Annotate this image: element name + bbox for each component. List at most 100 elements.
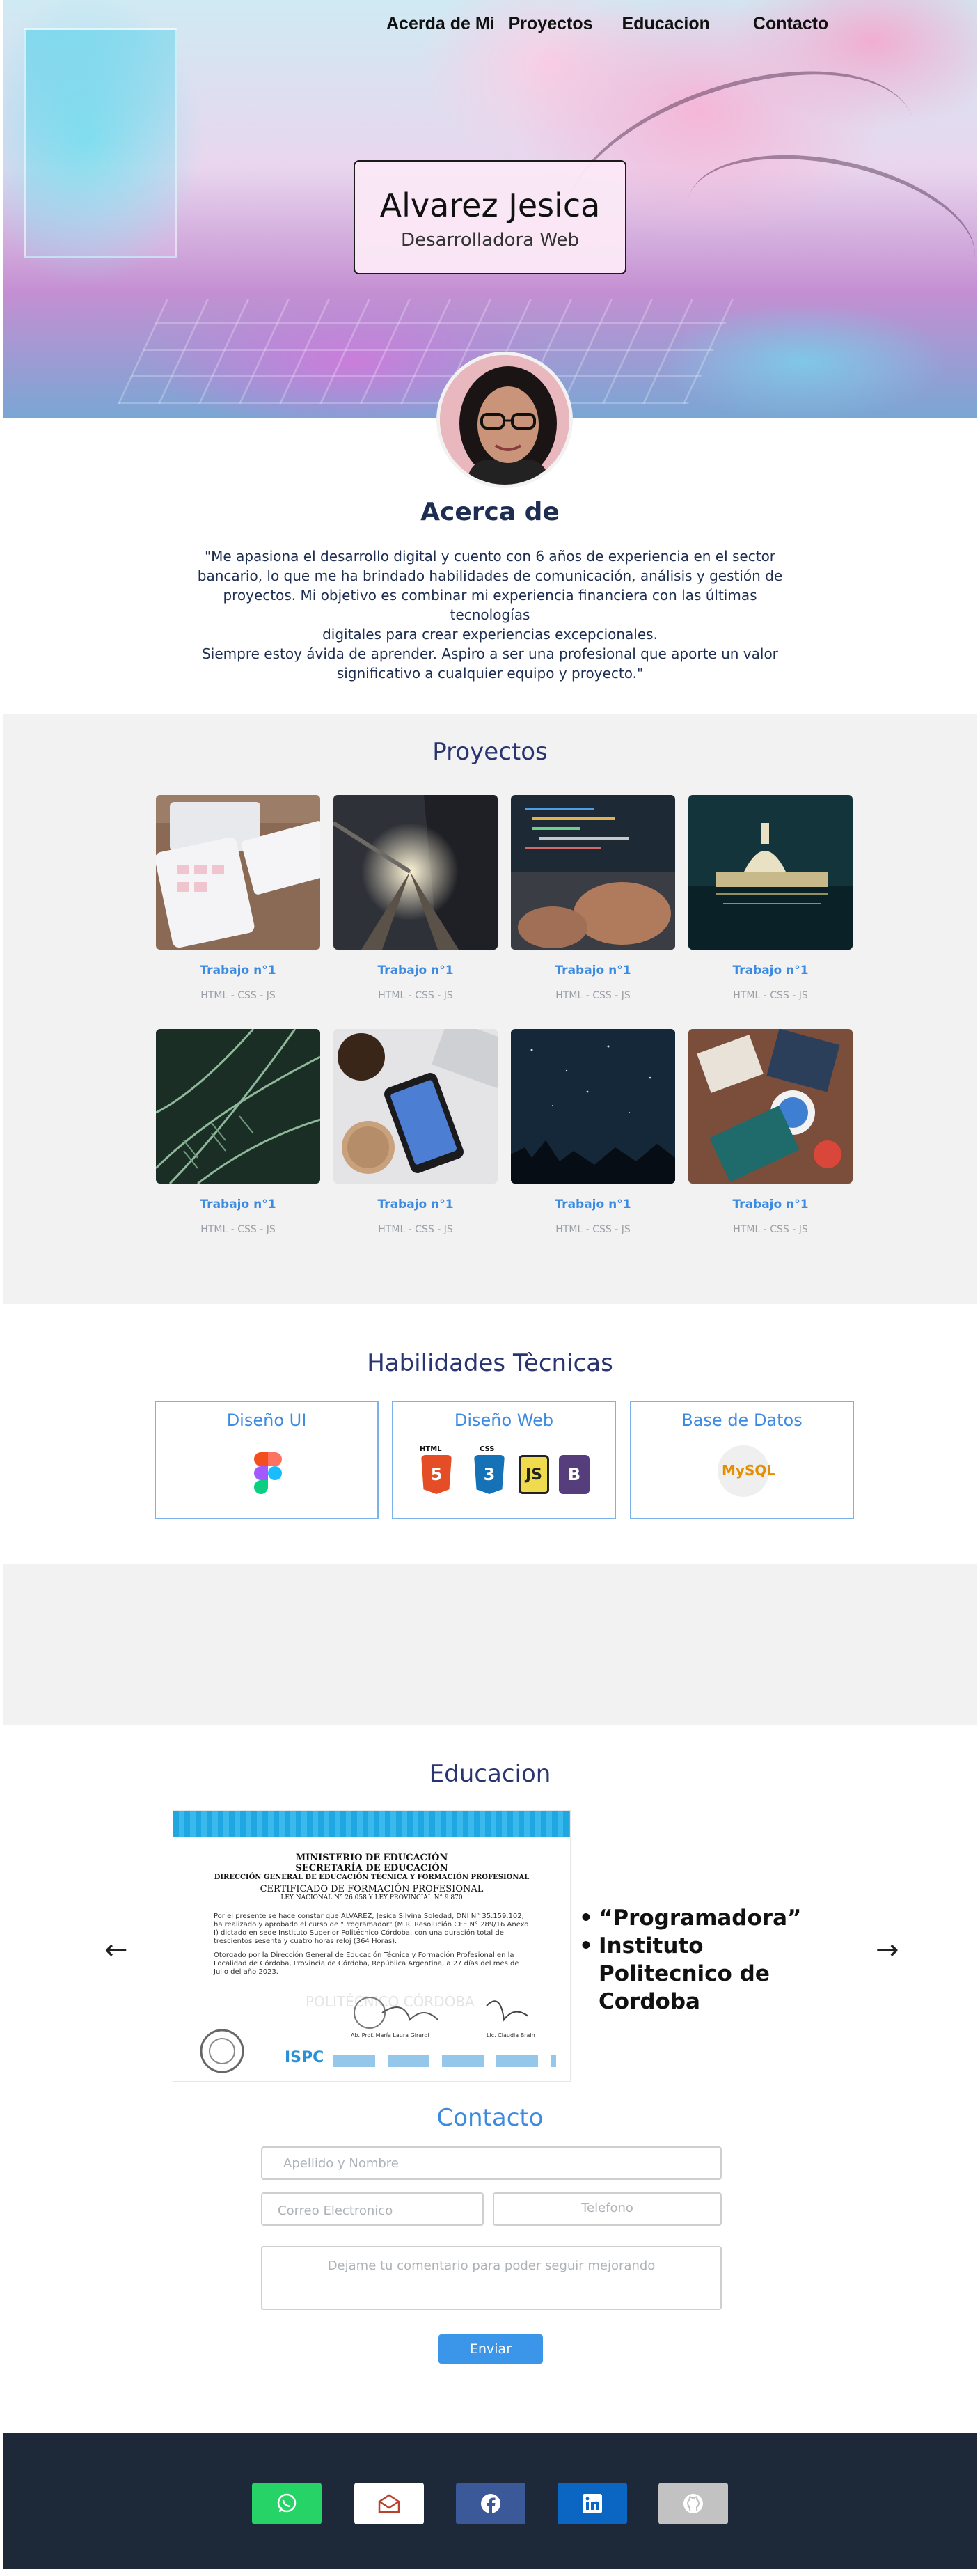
keyboard-calculator-photo[interactable] <box>156 795 320 950</box>
project-tags: HTML - CSS - JS <box>555 1224 631 1235</box>
project-title[interactable]: Trabajo n°1 <box>333 964 498 977</box>
javascript-icon: JS <box>519 1455 549 1494</box>
skill-card-ui: Diseño UI <box>155 1401 379 1519</box>
contact-title: Contacto <box>436 2104 544 2132</box>
figma-icon <box>254 1452 282 1494</box>
railway-sunset-photo[interactable] <box>333 795 498 950</box>
projects-title: Proyectos <box>432 738 548 766</box>
project-title[interactable]: Trabajo n°1 <box>156 1197 320 1211</box>
facebook-link[interactable] <box>456 2483 525 2524</box>
linkedin-link[interactable] <box>558 2483 627 2524</box>
about-line: Siempre estoy ávida de aprender. Aspiro … <box>202 645 778 662</box>
about-text: "Me apasiona el desarrollo digital y cue… <box>188 547 792 683</box>
nav-link-contact[interactable]: Contacto <box>753 14 828 34</box>
nav-link-projects[interactable]: Proyectos <box>509 14 593 34</box>
about-line: significativo a cualquier equipo y proye… <box>336 665 644 682</box>
education-title: Educacion <box>429 1760 551 1788</box>
project-card[interactable]: Trabajo n°1 HTML - CSS - JS <box>156 795 320 1001</box>
nav-link-about[interactable]: Acerda de Mi <box>386 14 495 34</box>
skill-card-title: Diseño UI <box>226 1411 307 1430</box>
cert-body-2: Otorgado por la Dirección General de Edu… <box>214 1951 519 1976</box>
certificate-image[interactable]: MINISTERIO DE EDUCACIÓN SECRETARÍA DE ED… <box>173 1810 571 2082</box>
skills-title: Habilidades Tècnicas <box>367 1349 613 1377</box>
project-card[interactable]: Trabajo n°1 HTML - CSS - JS <box>688 795 853 1001</box>
skill-card-db: Base de Datos MySQL <box>630 1401 854 1519</box>
phone-field[interactable]: Telefono <box>493 2192 722 2226</box>
project-card[interactable]: Trabajo n°1 HTML - CSS - JS <box>156 1029 320 1235</box>
skill-card-title: Base de Datos <box>681 1411 803 1430</box>
laptop-code-photo[interactable] <box>511 795 675 950</box>
about-line: digitales para crear experiencias excepc… <box>322 626 658 643</box>
css-label: CSS <box>480 1445 495 1453</box>
whatsapp-link[interactable] <box>252 2483 322 2524</box>
fern-leaves-photo[interactable] <box>156 1029 320 1184</box>
css3-icon: 3 <box>474 1455 505 1494</box>
project-title[interactable]: Trabajo n°1 <box>688 1197 853 1211</box>
profile-photo <box>440 355 569 485</box>
mail-link[interactable] <box>354 2483 424 2524</box>
project-tags: HTML - CSS - JS <box>555 990 631 1001</box>
keyboard-decoration <box>118 299 737 404</box>
carousel-prev-arrow[interactable]: ← <box>104 1934 128 1966</box>
skill-card-title: Diseño Web <box>454 1411 554 1430</box>
project-card[interactable]: Trabajo n°1 HTML - CSS - JS <box>333 795 498 1001</box>
cert-footer-logos <box>333 2055 556 2067</box>
empty-gray-band <box>3 1564 977 1725</box>
bootstrap-icon: B <box>559 1455 590 1494</box>
project-card[interactable]: Trabajo n°1 HTML - CSS - JS <box>688 1029 853 1235</box>
desk-phone-photo[interactable] <box>333 1029 498 1184</box>
project-card[interactable]: Trabajo n°1 HTML - CSS - JS <box>511 795 675 1001</box>
name-field[interactable]: Apellido y Nombre <box>261 2146 722 2180</box>
carousel-next-arrow[interactable]: → <box>876 1934 899 1966</box>
html5-icon: 5 <box>421 1455 452 1494</box>
hero-name: Alvarez Jesica <box>379 187 601 224</box>
mail-icon <box>378 2494 400 2513</box>
project-tags: HTML - CSS - JS <box>200 1224 276 1235</box>
education-list: “Programadora” Instituto Politecnico de … <box>579 1904 844 2016</box>
about-line: proyectos. Mi objetivo es combinar mi ex… <box>223 587 757 623</box>
project-title[interactable]: Trabajo n°1 <box>333 1197 498 1211</box>
mysql-icon: MySQL <box>718 1445 775 1497</box>
project-card[interactable]: Trabajo n°1 HTML - CSS - JS <box>333 1029 498 1235</box>
ispc-logo: ISPC <box>285 2049 324 2066</box>
projects-section: Proyectos Trabajo n°1 HTML - CSS - JS Tr… <box>3 714 977 1304</box>
education-item: Instituto Politecnico de Cordoba <box>579 1932 844 2016</box>
cert-heading: CERTIFICADO DE FORMACIÓN PROFESIONAL <box>260 1884 484 1894</box>
hero-role: Desarrolladora Web <box>400 230 580 251</box>
nav-link-education[interactable]: Educacion <box>622 14 710 34</box>
cert-signature-2: Lic. Claudia Brain <box>487 2032 535 2039</box>
about-line: "Me apasiona el desarrollo digital y cue… <box>204 548 776 565</box>
project-title[interactable]: Trabajo n°1 <box>688 964 853 977</box>
education-item: “Programadora” <box>579 1904 844 1932</box>
html-label: HTML <box>420 1445 442 1453</box>
name-card: Alvarez Jesica Desarrolladora Web <box>354 160 626 274</box>
github-icon <box>683 2494 703 2513</box>
cert-body: Por el presente se hace constar que ALVA… <box>214 1913 529 1945</box>
cert-direction: DIRECCIÓN GENERAL DE EDUCACIÓN TÉCNICA Y… <box>214 1874 530 1881</box>
project-title[interactable]: Trabajo n°1 <box>156 964 320 977</box>
comment-field[interactable]: Dejame tu comentario para poder seguir m… <box>261 2246 722 2310</box>
mysql-label-text: MySQL <box>722 1462 776 1479</box>
email-field[interactable]: Correo Electronico <box>261 2192 484 2226</box>
cert-secretary: SECRETARÍA DE EDUCACIÓN <box>295 1863 448 1874</box>
project-tags: HTML - CSS - JS <box>200 990 276 1001</box>
about-title: Acerca de <box>420 498 560 526</box>
linkedin-icon <box>583 2494 602 2513</box>
starry-sky-photo[interactable] <box>511 1029 675 1184</box>
certificate-header-band <box>173 1811 570 1837</box>
avatar <box>436 352 573 488</box>
workspace-flatlay-photo[interactable] <box>688 1029 853 1184</box>
send-button[interactable]: Enviar <box>438 2334 543 2364</box>
project-card[interactable]: Trabajo n°1 HTML - CSS - JS <box>511 1029 675 1235</box>
cert-law: LEY NACIONAL N° 26.058 Y LEY PROVINCIAL … <box>280 1894 463 1901</box>
project-title[interactable]: Trabajo n°1 <box>511 964 675 977</box>
facebook-icon <box>481 2494 500 2513</box>
project-tags: HTML - CSS - JS <box>378 1224 453 1235</box>
top-nav: Acerda de Mi Proyectos Educacion Contact… <box>386 14 828 34</box>
night-city-photo[interactable] <box>688 795 853 950</box>
project-tags: HTML - CSS - JS <box>378 990 453 1001</box>
github-link[interactable] <box>658 2483 728 2524</box>
project-title[interactable]: Trabajo n°1 <box>511 1197 675 1211</box>
project-tags: HTML - CSS - JS <box>733 990 808 1001</box>
whatsapp-icon <box>277 2493 297 2513</box>
